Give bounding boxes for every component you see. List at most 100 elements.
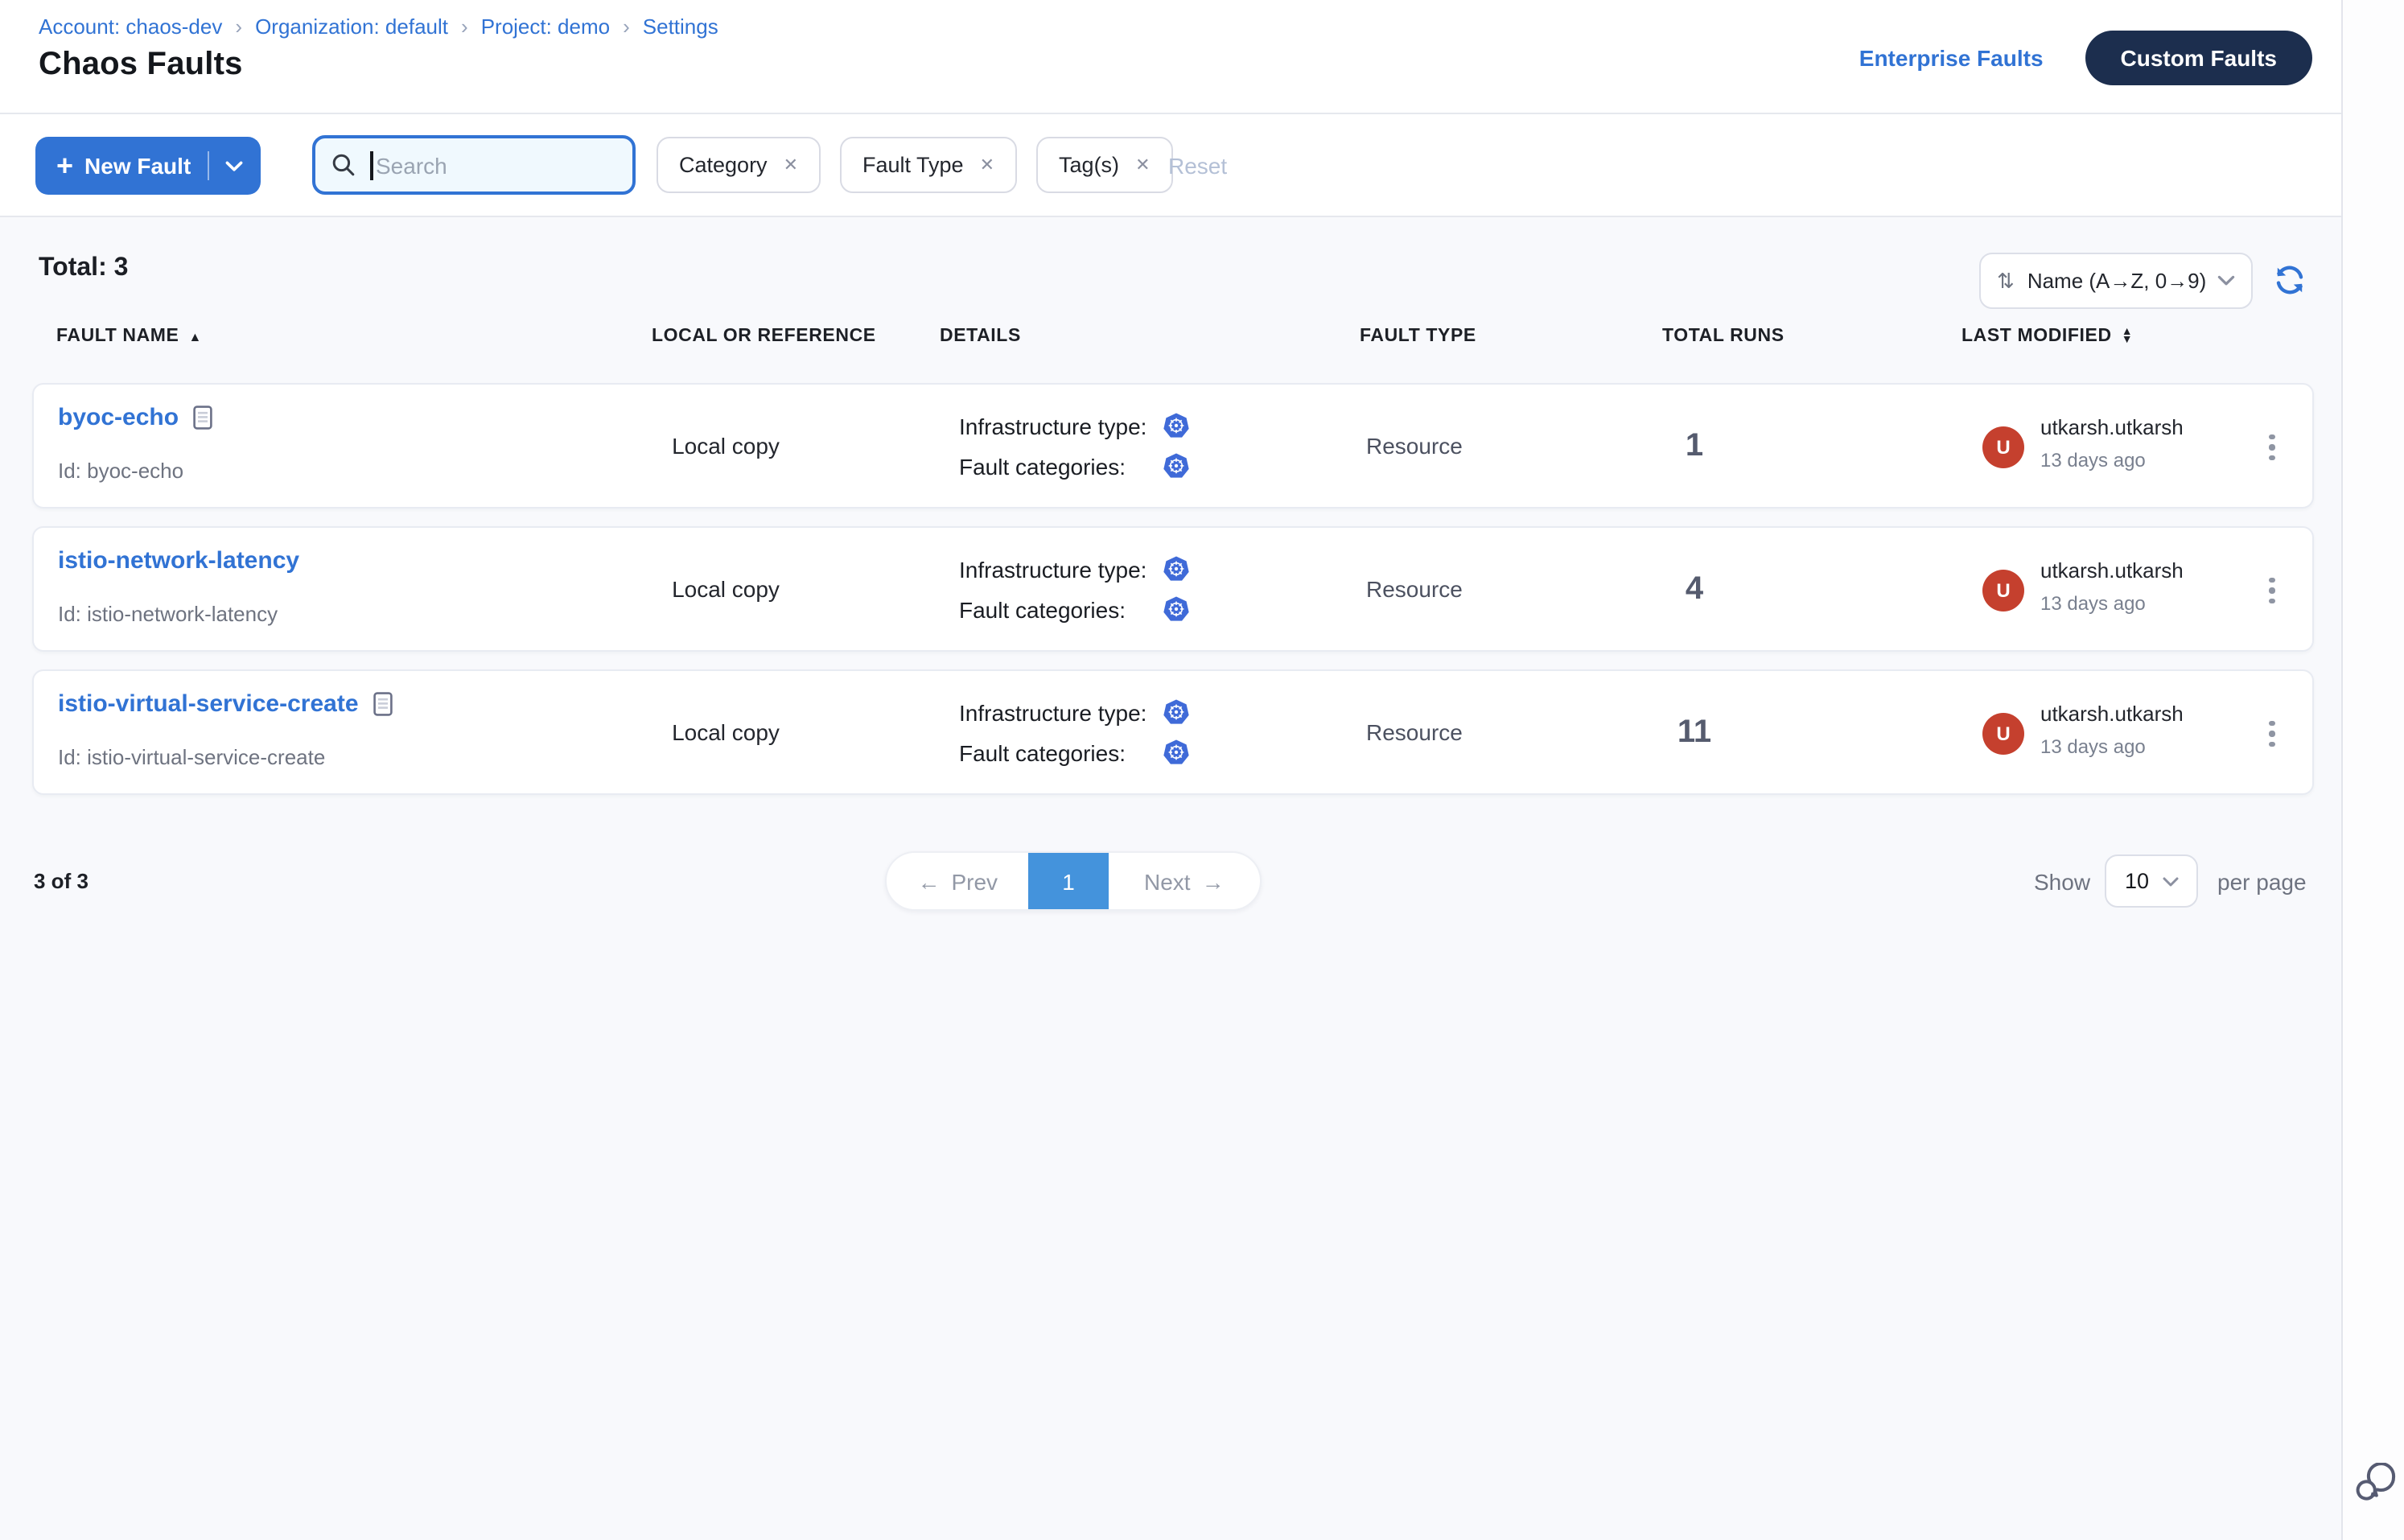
sort-updown-icon: ⇅ — [1997, 268, 2015, 294]
fault-categories-label: Fault categories: — [959, 453, 1162, 479]
search-icon — [331, 153, 356, 177]
modified-ago: 13 days ago — [2040, 592, 2146, 615]
total-count: Total: 3 — [39, 254, 128, 283]
sort-asc-icon: ▲ — [189, 329, 202, 344]
filter-chip-category[interactable]: Category ✕ — [657, 137, 821, 193]
search-placeholder: Search — [376, 152, 447, 178]
breadcrumb-organization[interactable]: Organization: default — [255, 14, 448, 39]
local-or-reference-value: Local copy — [605, 528, 846, 650]
total-runs-value: 1 — [1646, 385, 1743, 507]
local-or-reference-value: Local copy — [605, 671, 846, 793]
chevron-down-icon — [2162, 876, 2178, 886]
breadcrumb: Account: chaos-dev › Organization: defau… — [39, 14, 718, 39]
row-menu-kebab-icon[interactable] — [2254, 566, 2290, 615]
fault-id: Id: istio-network-latency — [58, 602, 278, 626]
close-icon[interactable]: ✕ — [1135, 154, 1150, 175]
pagination: ← Prev 1 Next → — [885, 851, 1262, 911]
arrow-right-icon: → — [1202, 868, 1225, 894]
sort-select[interactable]: ⇅ Name (A→Z, 0→9) — [1979, 253, 2253, 309]
fault-scope-switch: Enterprise Faults Custom Faults — [1859, 0, 2312, 114]
filter-chip-tags[interactable]: Tag(s) ✕ — [1036, 137, 1172, 193]
fault-details: Infrastructure type: Fault categories: — [959, 671, 1191, 793]
refresh-icon[interactable] — [2272, 262, 2307, 298]
chip-label: Tag(s) — [1059, 153, 1119, 177]
breadcrumb-settings[interactable]: Settings — [643, 14, 718, 39]
modified-by: utkarsh.utkarsh — [2040, 702, 2184, 726]
per-page-label: per page — [2217, 869, 2307, 895]
column-fault-name[interactable]: FAULT NAME▲ — [56, 327, 202, 346]
breadcrumb-separator-icon: › — [623, 14, 630, 39]
kubernetes-icon — [1162, 411, 1191, 440]
filter-chip-fault-type[interactable]: Fault Type ✕ — [840, 137, 1017, 193]
chevron-down-icon[interactable] — [224, 160, 242, 171]
fault-details: Infrastructure type: Fault categories: — [959, 528, 1191, 650]
sort-selected-value: Name (A→Z, 0→9) — [2027, 269, 2217, 293]
table-header: FAULT NAME▲ LOCAL OR REFERENCE DETAILS F… — [0, 327, 2341, 352]
button-divider — [207, 151, 208, 180]
kubernetes-icon — [1162, 451, 1191, 480]
infrastructure-type-label: Infrastructure type: — [959, 556, 1162, 582]
fault-id: Id: istio-virtual-service-create — [58, 745, 325, 769]
fault-type-value: Resource — [1366, 385, 1463, 507]
column-last-modified[interactable]: LAST MODIFIED▲▼ — [1961, 327, 2133, 346]
pagination-summary: 3 of 3 — [34, 869, 89, 893]
manifest-doc-icon[interactable] — [193, 406, 212, 430]
fault-table: byoc-echo Id: byoc-echo Local copy Infra… — [32, 383, 2314, 813]
page-header: Account: chaos-dev › Organization: defau… — [0, 0, 2341, 114]
local-or-reference-value: Local copy — [605, 385, 846, 507]
chat-help-icon[interactable] — [2354, 1463, 2398, 1505]
fault-categories-label: Fault categories: — [959, 739, 1162, 765]
fault-details: Infrastructure type: Fault categories: — [959, 385, 1191, 507]
breadcrumb-account[interactable]: Account: chaos-dev — [39, 14, 222, 39]
filter-chips: Category ✕ Fault Type ✕ Tag(s) ✕ — [657, 137, 1173, 193]
close-icon[interactable]: ✕ — [784, 154, 798, 175]
total-runs-value: 4 — [1646, 528, 1743, 650]
modified-ago: 13 days ago — [2040, 449, 2146, 471]
breadcrumb-separator-icon: › — [461, 14, 468, 39]
manifest-doc-icon[interactable] — [373, 692, 393, 716]
fault-name-link[interactable]: byoc-echo — [58, 404, 179, 431]
reset-filters-button[interactable]: Reset — [1168, 114, 1227, 217]
fault-type-value: Resource — [1366, 671, 1463, 793]
breadcrumb-project[interactable]: Project: demo — [481, 14, 610, 39]
avatar: U — [1982, 570, 2024, 611]
prev-page-button[interactable]: ← Prev — [887, 853, 1028, 909]
row-menu-kebab-icon[interactable] — [2254, 423, 2290, 471]
avatar: U — [1982, 426, 2024, 468]
modified-by: utkarsh.utkarsh — [2040, 415, 2184, 439]
avatar: U — [1982, 713, 2024, 755]
chip-label: Category — [679, 153, 768, 177]
fault-id: Id: byoc-echo — [58, 459, 183, 483]
modified-by: utkarsh.utkarsh — [2040, 558, 2184, 583]
table-row: istio-network-latency Id: istio-network-… — [32, 526, 2314, 652]
fault-type-value: Resource — [1366, 528, 1463, 650]
column-total-runs: TOTAL RUNS — [1662, 327, 1784, 346]
chaos-faults-page: Account: chaos-dev › Organization: defau… — [0, 0, 2404, 1540]
kubernetes-icon — [1162, 595, 1191, 624]
chip-label: Fault Type — [862, 153, 964, 177]
page-size-select[interactable]: 10 — [2105, 854, 2198, 908]
fault-name-link[interactable]: istio-virtual-service-create — [58, 690, 359, 718]
row-menu-kebab-icon[interactable] — [2254, 710, 2290, 758]
table-row: byoc-echo Id: byoc-echo Local copy Infra… — [32, 383, 2314, 509]
next-page-button[interactable]: Next → — [1109, 853, 1260, 909]
custom-faults-button[interactable]: Custom Faults — [2085, 30, 2312, 84]
right-panel-strip — [2341, 0, 2404, 1540]
column-local-or-reference: LOCAL OR REFERENCE — [652, 327, 876, 346]
kubernetes-icon — [1162, 554, 1191, 583]
modified-ago: 13 days ago — [2040, 735, 2146, 758]
column-fault-type: FAULT TYPE — [1360, 327, 1476, 346]
plus-icon: + — [56, 151, 73, 180]
page-title: Chaos Faults — [39, 47, 243, 84]
show-label: Show — [2034, 869, 2090, 895]
kubernetes-icon — [1162, 698, 1191, 727]
page-1-button[interactable]: 1 — [1028, 853, 1108, 909]
search-input[interactable]: Search — [312, 135, 636, 195]
enterprise-faults-link[interactable]: Enterprise Faults — [1859, 44, 2044, 70]
fault-name-link[interactable]: istio-network-latency — [58, 547, 299, 574]
text-caret — [370, 150, 373, 179]
chevron-down-icon — [2217, 275, 2235, 286]
close-icon[interactable]: ✕ — [980, 154, 994, 175]
fault-categories-label: Fault categories: — [959, 596, 1162, 622]
new-fault-button[interactable]: + New Fault — [35, 137, 260, 195]
